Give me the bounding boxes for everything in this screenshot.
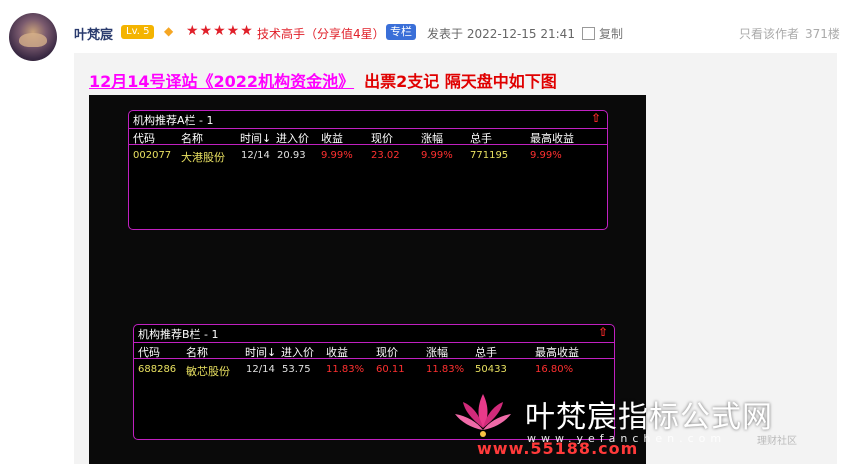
stock-change: 9.99% [421,150,453,161]
header-change[interactable]: 涨幅 [421,130,443,146]
header-name[interactable]: 名称 [181,130,203,146]
username[interactable]: 叶梵宸 [74,24,113,43]
stock-name[interactable]: 大港股份 [181,149,225,165]
stock-name[interactable]: 敏芯股份 [186,363,230,379]
stock-time: 12/14 [246,364,275,375]
stock-entry-price: 53.75 [282,364,311,375]
panel-a: 机构推荐A栏 - 1 ⇧ 代码 名称 时间↓ 进入价 收益 现价 涨幅 总手 最… [128,110,608,230]
header-change[interactable]: 涨幅 [426,344,448,360]
red-up-arrow-icon[interactable]: ⇧ [598,325,608,339]
stock-profit: 9.99% [321,150,353,161]
header-max-profit[interactable]: 最高收益 [535,344,579,360]
header-entry-price[interactable]: 进入价 [276,130,309,146]
posted-time: 发表于 2022-12-15 21:41 [427,27,575,41]
stock-current-price: 60.11 [376,364,405,375]
header-entry-price[interactable]: 进入价 [281,344,314,360]
stock-change: 11.83% [426,364,465,375]
header-profit[interactable]: 收益 [321,130,343,146]
header-current-price[interactable]: 现价 [376,344,398,360]
stock-volume: 771195 [470,150,509,161]
diamond-icon: ◆ [164,24,174,38]
header-volume[interactable]: 总手 [470,130,492,146]
headline-text: 出票2支记 隔天盘中如下图 [364,72,557,91]
header-time[interactable]: 时间↓ [240,130,271,146]
watermark-sub: 理财社区 [757,436,797,447]
copy-button[interactable]: 复制 [582,25,623,42]
watermark-site: www.55188.com [477,439,639,458]
stock-current-price: 23.02 [371,150,400,161]
header-name[interactable]: 名称 [186,344,208,360]
red-up-arrow-icon[interactable]: ⇧ [591,111,601,125]
copy-icon [582,27,595,40]
stock-max-profit: 9.99% [530,150,562,161]
header-current-price[interactable]: 现价 [371,130,393,146]
stock-profit: 11.83% [326,364,365,375]
panel-b-title: 机构推荐B栏 - 1 [138,328,219,341]
watermark: 叶梵宸指标公式网 www.yefanchen.com www.55188.com… [447,388,851,464]
floor-number: 371楼 [805,27,840,41]
stock-volume: 50433 [475,364,507,375]
divider [134,342,614,343]
header-time[interactable]: 时间↓ [245,344,276,360]
stock-time: 12/14 [241,150,270,161]
headline-link[interactable]: 12月14号译站《2022机构资金池》 [89,72,354,91]
only-author-link[interactable]: 只看该作者 [739,25,799,42]
post-headline: 12月14号译站《2022机构资金池》 出票2支记 隔天盘中如下图 [89,68,557,92]
header-volume[interactable]: 总手 [475,344,497,360]
lotus-logo-icon [455,394,511,437]
header-profit[interactable]: 收益 [326,344,348,360]
header-code[interactable]: 代码 [138,344,160,360]
divider [129,128,607,129]
level-badge: Lv. 5 [121,25,155,39]
stock-code[interactable]: 688286 [138,364,176,375]
stock-entry-price: 20.93 [277,150,306,161]
tech-title: 技术高手（分享值4星） [257,27,385,41]
stock-max-profit: 16.80% [535,364,574,375]
stock-code[interactable]: 002077 [133,150,171,161]
column-badge[interactable]: 专栏 [386,24,416,40]
header-code[interactable]: 代码 [133,130,155,146]
panel-a-title: 机构推荐A栏 - 1 [133,114,214,127]
copy-label: 复制 [599,27,624,41]
post-header: 叶梵宸 Lv. 5 ◆ ★★★★★ 技术高手（分享值4星） 专栏 发表于 202… [0,0,851,61]
header-max-profit[interactable]: 最高收益 [530,130,574,146]
watermark-title: 叶梵宸指标公式网 [525,400,773,435]
avatar[interactable] [9,13,57,61]
rating-stars: ★★★★★ [186,23,254,39]
